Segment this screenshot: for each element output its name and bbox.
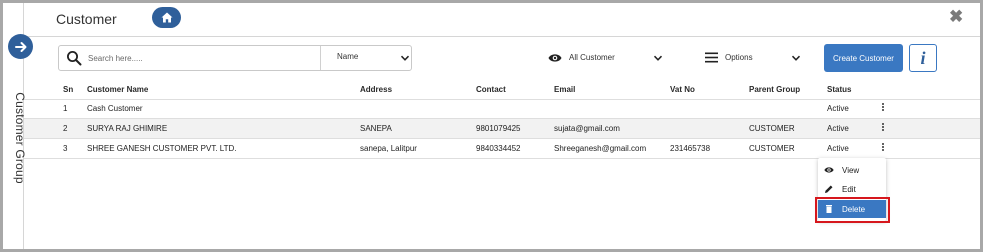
table-row[interactable]: 2 SURYA RAJ GHIMIRE SANEPA 9801079425 su…	[24, 119, 980, 138]
column-header-contact: Contact	[476, 85, 506, 94]
create-customer-button[interactable]: Create Customer	[824, 44, 903, 72]
cell-sn: 1	[63, 104, 68, 113]
column-header-sn: Sn	[63, 85, 74, 94]
column-header-address: Address	[360, 85, 393, 94]
cell-status: Active	[827, 124, 849, 133]
cell-sn: 2	[63, 124, 68, 133]
cell-email: Shreeganesh@gmail.com	[554, 144, 647, 153]
cell-status: Active	[827, 144, 849, 153]
column-header-customer-name: Customer Name	[87, 85, 149, 94]
cell-parent-group: CUSTOMER	[749, 144, 795, 153]
close-button[interactable]: ✖	[949, 8, 963, 25]
cell-customer-name: Cash Customer	[87, 104, 143, 113]
row-divider	[24, 138, 980, 139]
cell-status: Active	[827, 104, 849, 113]
search-box: Name	[58, 45, 412, 71]
home-icon	[161, 12, 172, 23]
eye-icon	[824, 167, 834, 173]
menu-icon	[705, 52, 718, 63]
cell-address: SANEPA	[360, 124, 392, 133]
header-divider	[24, 36, 980, 37]
expand-rail-button[interactable]	[8, 34, 33, 59]
filter-label: All Customer	[569, 53, 615, 62]
arrow-right-icon	[14, 41, 26, 52]
customer-window: Customer Group Customer ✖ Name All C	[3, 3, 980, 249]
options-dropdown[interactable]: Options	[705, 51, 805, 67]
cell-contact: 9801079425	[476, 124, 521, 133]
search-field-select[interactable]: Name	[337, 52, 358, 61]
chevron-down-icon	[791, 55, 801, 61]
table-row[interactable]: 1 Cash Customer Active	[24, 99, 980, 118]
column-header-status: Status	[827, 85, 852, 94]
row-actions-icon[interactable]	[881, 123, 885, 133]
menu-item-view[interactable]: View	[818, 161, 886, 179]
eye-icon	[548, 54, 562, 62]
cell-email: sujata@gmail.com	[554, 124, 620, 133]
column-header-email: Email	[554, 85, 576, 94]
cell-contact: 9840334452	[476, 144, 521, 153]
customer-filter-dropdown[interactable]: All Customer	[548, 51, 668, 67]
column-header-vat-no: Vat No	[670, 85, 695, 94]
table-row[interactable]: 3 SHREE GANESH CUSTOMER PVT. LTD. sanepa…	[24, 139, 980, 158]
delete-highlight-box	[815, 197, 890, 223]
cell-parent-group: CUSTOMER	[749, 124, 795, 133]
info-button[interactable]: i	[909, 44, 937, 72]
cell-customer-name: SURYA RAJ GHIMIRE	[87, 124, 168, 133]
cell-vat-no: 231465738	[670, 144, 711, 153]
page-title: Customer	[56, 11, 117, 27]
home-button[interactable]	[152, 7, 181, 28]
cell-sn: 3	[63, 144, 68, 153]
options-label: Options	[725, 53, 753, 62]
row-divider	[24, 99, 980, 100]
search-divider	[320, 46, 321, 70]
menu-item-label: Edit	[842, 185, 856, 194]
row-divider	[24, 118, 980, 119]
row-actions-icon[interactable]	[881, 143, 885, 153]
chevron-down-icon[interactable]	[400, 53, 410, 63]
cell-address: sanepa, Lalitpur	[360, 144, 417, 153]
search-icon	[67, 51, 82, 66]
cell-customer-name: SHREE GANESH CUSTOMER PVT. LTD.	[87, 144, 237, 153]
row-actions-icon[interactable]	[881, 103, 885, 113]
column-header-parent-group: Parent Group	[749, 85, 801, 94]
pencil-icon	[825, 185, 833, 193]
menu-item-label: View	[842, 166, 860, 175]
chevron-down-icon	[653, 55, 663, 61]
table-header-row: Sn Customer Name Address Contact Email V…	[24, 79, 980, 99]
menu-item-edit[interactable]: Edit	[818, 180, 886, 198]
search-input[interactable]	[88, 50, 288, 66]
